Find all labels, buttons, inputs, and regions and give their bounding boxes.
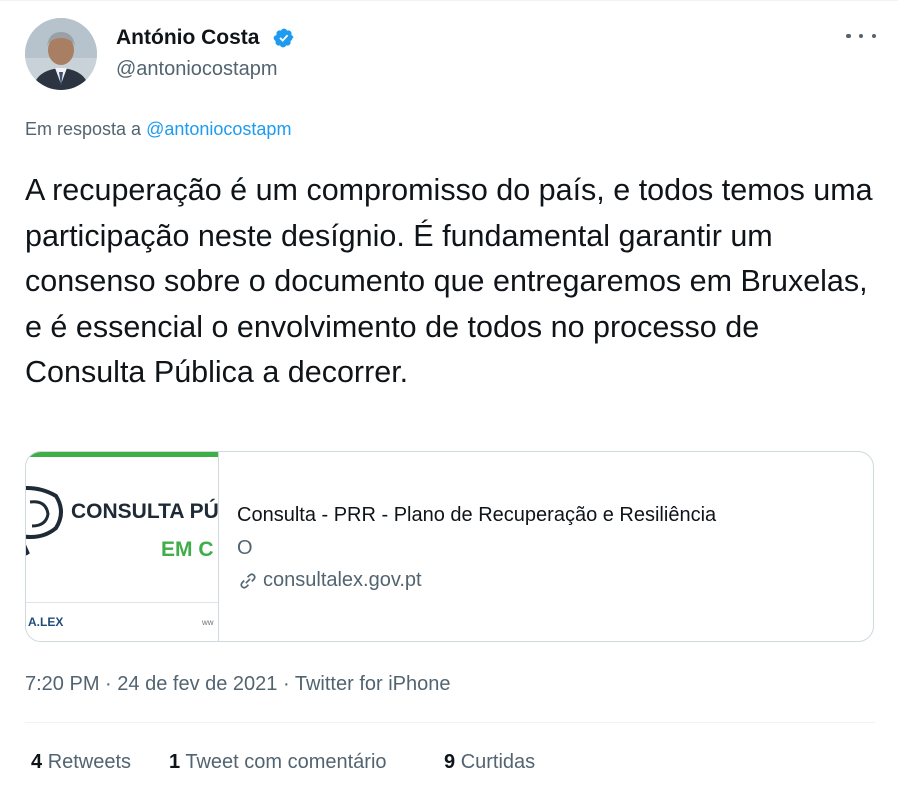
likes-label: Curtidas (460, 751, 536, 773)
meta-separator: · (105, 673, 112, 695)
tweet-detail: António Costa @antoniocostapm Em respost… (0, 0, 898, 788)
card-thumbnail: CONSULTA PÚ EM C A.LEX ww (26, 452, 219, 641)
reply-mention-link[interactable]: @antoniocostapm (146, 119, 291, 139)
author-name[interactable]: António Costa (116, 26, 259, 50)
card-domain: consultalex.gov.pt (263, 569, 422, 591)
card-title: Consulta - PRR - Plano de Recuperação e … (237, 504, 717, 526)
tweet-time[interactable]: 7:20 PM (25, 673, 99, 695)
tweet-text: A recuperação é um compromisso do país, … (25, 173, 873, 389)
reply-prefix: Em resposta a (25, 119, 142, 139)
thumbnail-subtitle: EM C (161, 538, 214, 561)
meta-separator: · (282, 673, 290, 695)
thumbnail-title: CONSULTA PÚ (71, 500, 219, 523)
more-dot (846, 33, 851, 39)
likes-count: 9 (444, 751, 456, 773)
card-description: O (237, 537, 253, 559)
quote-tweets-stat[interactable]: 1 Tweet com comentário (169, 751, 387, 774)
stats-divider (25, 722, 875, 723)
tweet-date[interactable]: 24 de fev de 2021 (117, 673, 277, 695)
author-handle[interactable]: @antoniocostapm (116, 58, 278, 81)
tweet-timestamp: 7:20 PM · 24 de fev de 2021 · Twitter fo… (25, 673, 450, 696)
thumbnail-divider (26, 602, 218, 603)
speech-bubble-icon (26, 486, 63, 556)
link-icon (240, 573, 256, 589)
thumbnail-green-bar (26, 452, 218, 457)
retweets-label: Retweets (47, 751, 132, 773)
more-dot (871, 33, 876, 39)
verified-badge-icon (273, 28, 294, 48)
retweets-count: 4 (31, 751, 43, 773)
link-preview-card[interactable]: CONSULTA PÚ EM C A.LEX ww Consulta - PRR… (25, 451, 874, 642)
thumbnail-brand: A.LEX (28, 615, 64, 629)
avatar-image (25, 18, 97, 90)
quotes-label: Tweet com comentário (185, 751, 387, 773)
thumbnail-www: ww (202, 618, 214, 627)
more-dot (858, 33, 864, 39)
reply-context: Em resposta a @antoniocostapm (25, 119, 291, 140)
quotes-count: 1 (169, 751, 181, 773)
likes-stat[interactable]: 9 Curtidas (444, 751, 535, 774)
top-border (0, 0, 898, 1)
retweets-stat[interactable]: 4 Retweets (31, 751, 131, 774)
avatar[interactable] (25, 18, 97, 90)
more-options-button[interactable] (846, 26, 876, 46)
tweet-source[interactable]: Twitter for iPhone (295, 673, 451, 695)
